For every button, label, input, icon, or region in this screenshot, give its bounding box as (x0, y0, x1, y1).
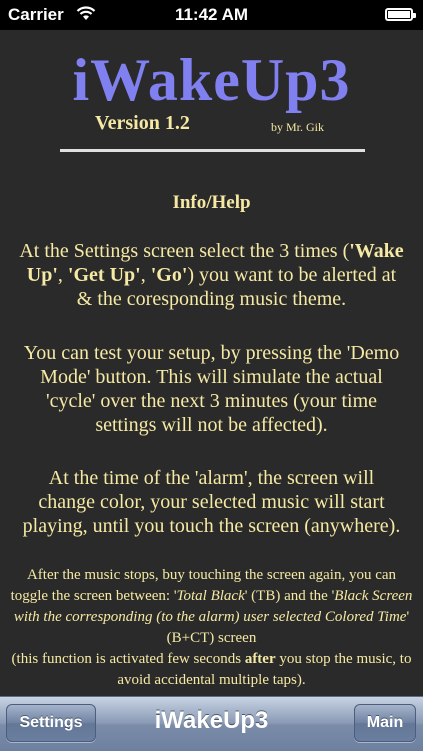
app-title: iWakeUp3 (72, 47, 351, 113)
go-term: 'Go' (150, 264, 188, 286)
section-title: Info/Help (172, 192, 251, 213)
clock-time: 11:42 AM (174, 5, 249, 24)
after-term: after (244, 651, 276, 667)
text-run: At the Settings screen select the 3 time… (19, 240, 350, 262)
battery-fill (388, 11, 410, 18)
help-paragraph-settings: At the Settings screen select the 3 time… (18, 239, 405, 311)
bottom-nav-bar: Settings iWakeUp3 Main (0, 696, 423, 751)
text-run: (this function is activated few seconds (11, 651, 245, 667)
main-button[interactable]: Main (354, 704, 416, 742)
help-paragraph-demo: You can test your setup, by pressing the… (23, 342, 400, 436)
version-label: Version 1.2 (95, 112, 190, 134)
divider (60, 149, 365, 152)
text-run: , (57, 264, 68, 286)
text-run: , (140, 264, 151, 286)
help-paragraph-toggle: After the music stops, buy touching the … (8, 565, 415, 691)
info-help-content: iWakeUp3 Version 1.2 by Mr. Gik Info/Hel… (0, 30, 423, 696)
status-bar: Carrier 11:42 AM (0, 0, 423, 30)
get-up-term: 'Get Up' (67, 264, 141, 286)
total-black-term: Total Black (176, 588, 245, 604)
author-label: by Mr. Gik (271, 120, 325, 134)
text-run: ' (TB) and the ' (244, 588, 335, 604)
help-paragraph-alarm: At the time of the 'alarm', the screen w… (22, 467, 401, 537)
battery-icon (385, 8, 416, 21)
